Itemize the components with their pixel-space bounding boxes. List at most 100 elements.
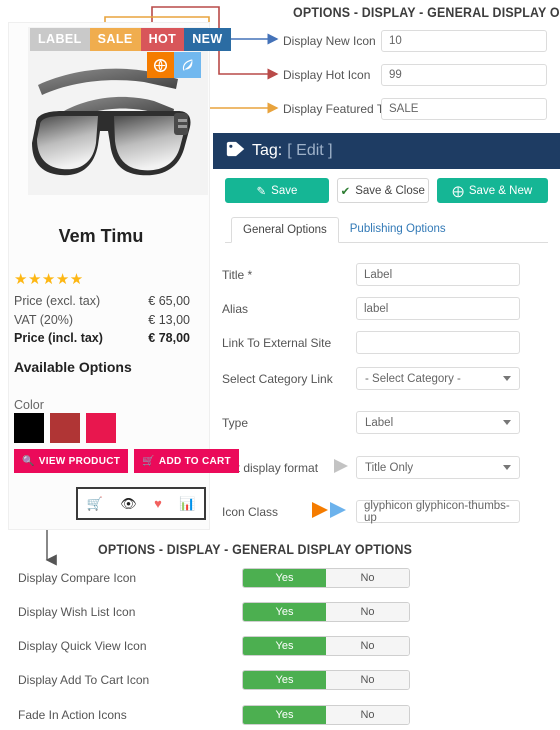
leaf-icon: [174, 52, 201, 78]
view-product-button[interactable]: 🔍 VIEW PRODUCT: [14, 449, 129, 473]
toggle-yes[interactable]: Yes: [243, 706, 326, 724]
toggle-label: Display Compare Icon: [18, 571, 137, 585]
product-badges: LABEL SALE HOT NEW: [30, 28, 231, 51]
tag-panel-header: Tag: [ Edit ]: [213, 133, 560, 169]
field-label: Icon Class: [222, 504, 279, 519]
toggle-no[interactable]: No: [326, 671, 409, 689]
toggle-no[interactable]: No: [326, 603, 409, 621]
display-format-select[interactable]: Title Only: [356, 456, 520, 479]
toggle-label: Display Quick View Icon: [18, 639, 147, 653]
add-to-cart-button[interactable]: 🛒 ADD TO CART: [134, 449, 239, 473]
field-link-external: Link To External Site: [222, 331, 520, 354]
field-display-format: Set display format Title Only: [222, 456, 520, 479]
toggle-yes[interactable]: Yes: [243, 569, 326, 587]
price-value: € 13,00: [148, 312, 190, 327]
eye-icon[interactable]: 👁: [120, 497, 137, 510]
display-wish-list-icon-toggle[interactable]: Yes No: [242, 602, 410, 622]
chevron-down-icon: [503, 376, 511, 381]
toggle-row-display-wish-list-icon: Display Wish List Icon Yes No: [18, 602, 542, 622]
heart-icon[interactable]: ♥: [154, 497, 162, 510]
badge-new: NEW: [184, 28, 231, 51]
badge-label: LABEL: [30, 28, 90, 51]
display-quick-view-icon-toggle[interactable]: Yes No: [242, 636, 410, 656]
tab-general-options[interactable]: General Options: [231, 217, 339, 243]
check-icon: ✔: [340, 185, 351, 198]
field-label: Title *: [222, 267, 253, 282]
color-swatch-darkred[interactable]: [50, 413, 80, 443]
price-value: € 65,00: [148, 294, 190, 308]
display-compare-icon-toggle[interactable]: Yes No: [242, 568, 410, 588]
plus-circle-icon: ⨁: [452, 185, 464, 198]
chevron-down-icon: [503, 420, 511, 425]
save-and-close-label: Save & Close: [355, 184, 425, 197]
type-select-value: Label: [365, 416, 394, 429]
toggle-no[interactable]: No: [326, 637, 409, 655]
cart-icon[interactable]: 🛒: [87, 497, 103, 510]
price-value: € 78,00: [148, 331, 190, 345]
toolbar: ✎ Save ✔ Save & Close ⨁ Save & New: [225, 178, 548, 203]
toggle-yes[interactable]: Yes: [243, 671, 326, 689]
field-label: Display Hot Icon: [283, 68, 371, 82]
tab-publishing-options[interactable]: Publishing Options: [339, 217, 457, 243]
field-label: Display New Icon: [283, 34, 376, 48]
toggle-label: Display Wish List Icon: [18, 605, 136, 619]
display-add-to-cart-icon-toggle[interactable]: Yes No: [242, 670, 410, 690]
title-input[interactable]: Label: [356, 263, 520, 286]
chevron-down-icon: [503, 465, 511, 470]
toggle-no[interactable]: No: [326, 706, 409, 724]
product-title: Vem Timu: [58, 226, 144, 246]
globe-icon: [147, 52, 174, 78]
action-icons-bar: 🛒 👁 ♥ 📊: [76, 487, 206, 520]
screenshot-root: LABEL SALE HOT NEW Vem Timu ★★★★★ Price …: [0, 0, 560, 730]
search-icon: 🔍: [22, 455, 35, 467]
toggle-yes[interactable]: Yes: [243, 637, 326, 655]
field-label: Display Featured Text: [283, 102, 399, 116]
type-select[interactable]: Label: [356, 411, 520, 434]
tag-icon: [225, 140, 247, 163]
tag-panel-title: Tag:: [252, 142, 283, 159]
save-and-close-button[interactable]: ✔ Save & Close: [336, 178, 429, 203]
compare-icon[interactable]: 📊: [179, 497, 195, 510]
cart-icon: 🛒: [142, 455, 155, 467]
tab-bar: General Options Publishing Options: [225, 216, 548, 243]
icon-class-input[interactable]: glyphicon glyphicon-thumbs-up: [356, 500, 520, 524]
field-label: Select Category Link: [222, 371, 333, 386]
fade-in-action-icons-toggle[interactable]: Yes No: [242, 705, 410, 725]
field-icon-class: Icon Class glyphicon glyphicon-thumbs-up: [222, 500, 520, 524]
bottom-section-title: OPTIONS - DISPLAY - GENERAL DISPLAY OPTI…: [98, 542, 413, 557]
link-external-input[interactable]: [356, 331, 520, 354]
color-swatch-black[interactable]: [14, 413, 44, 443]
toggle-no[interactable]: No: [326, 569, 409, 587]
price-row: VAT (20%) € 13,00: [14, 311, 190, 330]
toggle-row-fade-in-action-icons: Fade In Action Icons Yes No: [18, 705, 542, 725]
save-and-new-label: Save & New: [468, 184, 533, 197]
save-and-new-button[interactable]: ⨁ Save & New: [436, 178, 548, 203]
field-label: Type: [222, 415, 249, 430]
toggle-yes[interactable]: Yes: [243, 603, 326, 621]
price-label: Price (incl. tax): [14, 331, 103, 345]
toggle-row-display-quick-view-icon: Display Quick View Icon Yes No: [18, 636, 542, 656]
display-new-icon-input[interactable]: 10: [381, 30, 547, 52]
field-display-new-icon: Display New Icon 10: [283, 30, 547, 52]
badge-sale: SALE: [89, 28, 141, 51]
price-row: Price (excl. tax) € 65,00: [14, 292, 190, 311]
color-swatch-pink[interactable]: [86, 413, 116, 443]
rating-stars: ★★★★★: [14, 271, 84, 288]
display-featured-text-input[interactable]: SALE: [381, 98, 547, 120]
toggle-label: Display Add To Cart Icon: [18, 673, 150, 687]
save-button[interactable]: ✎ Save: [225, 178, 329, 203]
save-button-label: Save: [271, 184, 298, 197]
display-format-value: Title Only: [365, 461, 414, 474]
color-swatches[interactable]: [14, 413, 116, 443]
field-label: Set display format: [222, 460, 319, 475]
field-alias: Alias label: [222, 297, 520, 320]
display-hot-icon-input[interactable]: 99: [381, 64, 547, 86]
alias-input[interactable]: label: [356, 297, 520, 320]
pencil-square-icon: ✎: [256, 185, 267, 198]
category-select[interactable]: - Select Category -: [356, 367, 520, 390]
color-option-label: Color: [14, 398, 44, 412]
price-label: Price (excl. tax): [14, 294, 101, 308]
add-to-cart-label: ADD TO CART: [158, 455, 231, 467]
top-section-title: OPTIONS - DISPLAY - GENERAL DISPLAY OPTI…: [293, 5, 560, 20]
price-label: VAT (20%): [14, 312, 74, 327]
